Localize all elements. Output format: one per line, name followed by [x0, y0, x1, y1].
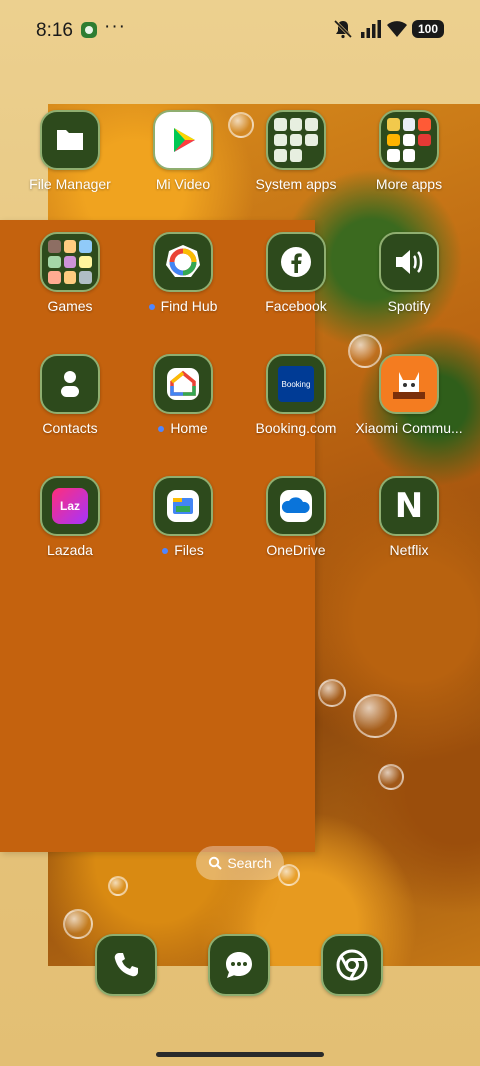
more-notifications-icon: ···	[104, 16, 126, 37]
app-label: File Manager	[29, 176, 111, 192]
person-icon	[40, 354, 100, 414]
wifi-icon	[387, 21, 407, 37]
booking-icon-text: Booking	[278, 366, 314, 402]
status-time: 8:16	[36, 20, 73, 41]
app-label: Find Hub	[127, 298, 239, 314]
gesture-home-bar[interactable]	[156, 1052, 324, 1057]
app-facebook[interactable]: Facebook	[240, 232, 352, 314]
app-onedrive[interactable]: OneDrive	[240, 476, 352, 558]
silent-bell-icon	[333, 19, 353, 39]
signal-icon	[361, 20, 381, 38]
app-lazada[interactable]: Laz Lazada	[14, 476, 126, 558]
app-xiaomi-community[interactable]: Xiaomi Commu...	[353, 354, 465, 436]
play-icon	[153, 110, 213, 170]
new-install-dot	[148, 304, 155, 311]
app-files[interactable]: Files	[127, 476, 239, 558]
booking-icon: Booking	[266, 354, 326, 414]
folder-system-apps[interactable]: System apps	[240, 110, 352, 192]
battery-indicator: 100	[412, 20, 444, 38]
folder-preview-icon	[266, 110, 326, 170]
lazada-icon-text: Laz	[52, 488, 88, 524]
google-home-icon	[153, 354, 213, 414]
app-label-text: Find Hub	[160, 298, 218, 314]
netflix-icon-text: N	[394, 486, 424, 526]
netflix-icon: N	[379, 476, 439, 536]
folder-label: System apps	[255, 176, 337, 192]
folder-more-apps[interactable]: More apps	[353, 110, 465, 192]
app-home[interactable]: Home	[127, 354, 239, 436]
app-mi-video[interactable]: Mi Video	[127, 110, 239, 192]
search-label: Search	[227, 855, 272, 871]
new-install-dot	[158, 426, 165, 433]
folder-label: More apps	[375, 176, 443, 192]
facebook-icon	[266, 232, 326, 292]
dock-messages[interactable]	[208, 934, 270, 996]
status-bar: 8:16 ··· 100	[0, 0, 480, 60]
notification-app-icon	[81, 22, 97, 38]
folder-preview-icon	[40, 232, 100, 292]
app-label: Xiaomi Commu...	[355, 420, 463, 436]
chat-icon	[208, 934, 270, 996]
app-booking[interactable]: Booking Booking.com	[240, 354, 352, 436]
chrome-icon	[321, 934, 383, 996]
speaker-icon	[379, 232, 439, 292]
phone-icon	[95, 934, 157, 996]
app-label: Contacts	[42, 420, 98, 436]
app-label: Home	[127, 420, 239, 436]
search-icon	[209, 856, 223, 870]
app-label: OneDrive	[266, 542, 326, 558]
folder-icon	[40, 110, 100, 170]
search-button[interactable]: Search	[196, 846, 284, 880]
app-label: Spotify	[387, 298, 431, 314]
app-label: Files	[127, 542, 239, 558]
folder-label: Games	[47, 298, 93, 314]
app-netflix[interactable]: N Netflix	[353, 476, 465, 558]
app-label: Lazada	[47, 542, 93, 558]
app-contacts[interactable]: Contacts	[14, 354, 126, 436]
files-icon	[153, 476, 213, 536]
lazada-icon: Laz	[40, 476, 100, 536]
app-label-text: Files	[174, 542, 204, 558]
app-file-manager[interactable]: File Manager	[14, 110, 126, 192]
app-label: Facebook	[265, 298, 327, 314]
app-spotify[interactable]: Spotify	[353, 232, 465, 314]
status-icons: 100	[330, 18, 445, 42]
app-label-text: Home	[170, 420, 208, 436]
folder-preview-icon	[379, 110, 439, 170]
dock-chrome[interactable]	[321, 934, 383, 996]
app-label: Mi Video	[155, 176, 211, 192]
new-install-dot	[162, 548, 169, 555]
app-label: Netflix	[389, 542, 429, 558]
cloud-icon	[266, 476, 326, 536]
app-label: Booking.com	[255, 420, 337, 436]
folder-games[interactable]: Games	[14, 232, 126, 314]
dock-phone[interactable]	[95, 934, 157, 996]
xiaomi-community-icon	[379, 354, 439, 414]
find-hub-icon	[153, 232, 213, 292]
app-find-hub[interactable]: Find Hub	[127, 232, 239, 314]
